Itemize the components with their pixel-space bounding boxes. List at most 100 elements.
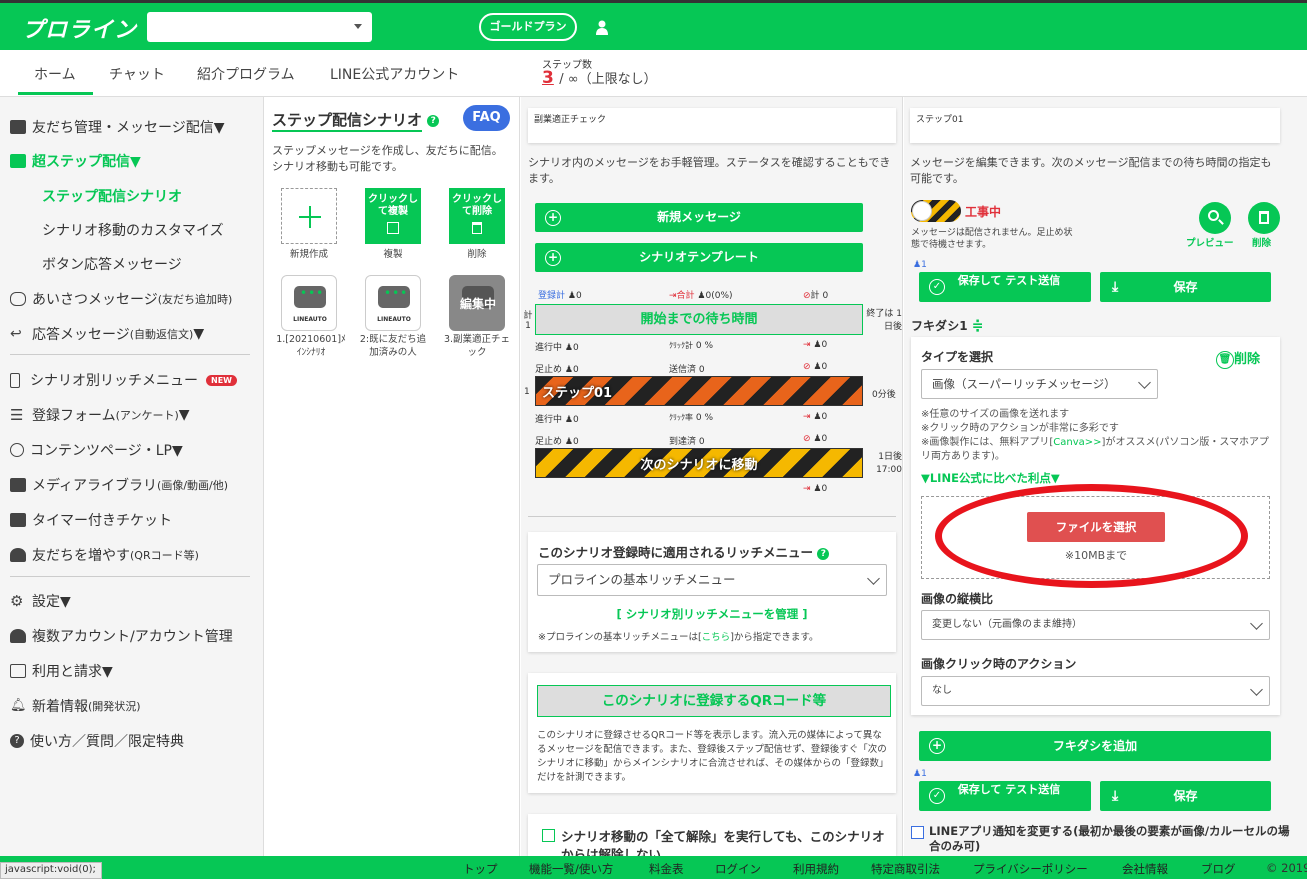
stat-total-exit[interactable]: ⇥合計 ♟0(0%) — [669, 288, 733, 301]
scenario-card-2[interactable]: ••• LINEAUTO — [365, 275, 421, 331]
row4-block[interactable]: ⊘ ♟0 — [803, 434, 827, 444]
next-scenario-bar[interactable]: 次のシナリオに移動 — [535, 448, 863, 478]
new-badge: NEW — [206, 374, 237, 386]
steps-limit: / ∞（上限なし） — [559, 72, 657, 87]
scenario-card-1[interactable]: ••• LINEAUTO — [281, 275, 337, 331]
drag-handle-icon[interactable]: ≑ — [972, 318, 984, 334]
rich-menu-here-link[interactable]: こちら — [702, 632, 731, 643]
stat-registered[interactable]: 登録計 ♟0 — [538, 288, 582, 301]
qr-code-button[interactable]: このシナリオに登録するQRコード等 — [537, 685, 891, 717]
sidebar-item-settings[interactable]: ⚙ 設定▼ — [10, 591, 71, 611]
tab-home[interactable]: ホーム — [34, 64, 76, 84]
rich-menu-manage: [ シナリオ別リッチメニューを管理 ] — [616, 607, 808, 621]
scenario-label-2[interactable]: 2:既に友だち追加済みの人 — [357, 333, 429, 359]
footer-blog[interactable]: ブログ — [1201, 861, 1236, 877]
help-icon[interactable]: ? — [817, 547, 830, 560]
footer-login[interactable]: ログイン — [715, 861, 761, 877]
highlight-ellipse — [935, 484, 1248, 588]
save-and-test-button-2[interactable]: ✓ 保存して テスト送信 — [919, 781, 1091, 811]
faq-button[interactable]: FAQ — [463, 105, 510, 131]
row5-exit[interactable]: ⇥ ♟0 — [803, 484, 827, 494]
start-count: 計 1 — [523, 311, 533, 331]
status-toggle[interactable] — [911, 200, 961, 222]
sidebar-item-button-reply[interactable]: ボタン応答メッセージ — [42, 254, 182, 274]
sidebar-item-rich-menu[interactable]: シナリオ別リッチメニュー NEW — [10, 370, 237, 390]
delete-step-button[interactable] — [1248, 202, 1280, 234]
sidebar-item-greeting[interactable]: あいさつメッセージ (友だち追加時) — [10, 289, 232, 309]
new-scenario-tile[interactable] — [281, 188, 337, 244]
plus-circle-icon: + — [929, 738, 945, 754]
sidebar-item-form[interactable]: ☰ 登録フォーム (アンケート) ▼ — [10, 405, 190, 425]
type-select[interactable]: 画像（スーパーリッチメッセージ） — [921, 369, 1158, 399]
credit-card-icon — [10, 664, 26, 678]
row3-exit[interactable]: ⇥ ♟0 — [803, 412, 827, 422]
steps-used[interactable]: 3 — [542, 68, 554, 88]
canva-link[interactable]: Canva>> — [1053, 437, 1101, 448]
save-button-2[interactable]: ⤓ 保存 — [1100, 781, 1271, 811]
stat-block[interactable]: ⊘計 0 — [803, 288, 828, 301]
delete-scenario-tile[interactable]: クリックして削除 — [449, 188, 505, 244]
type-delete-button[interactable]: 🗑︎ 削除 — [1216, 348, 1260, 369]
tab-referral[interactable]: 紹介プログラム — [197, 64, 295, 84]
save-button[interactable]: ⤓ 保存 — [1100, 272, 1271, 302]
sidebar-item-friends[interactable]: 友だち管理・メッセージ配信▼ — [10, 117, 225, 137]
tab-line-official[interactable]: LINE公式アカウント — [330, 64, 459, 84]
rich-menu-manage-link[interactable]: シナリオ別リッチメニューを管理 — [626, 607, 799, 621]
sidebar-item-news[interactable]: 🔔︎ 新着情報 (開発状況) — [10, 696, 141, 716]
new-message-button[interactable]: + 新規メッセージ — [535, 203, 863, 232]
logo[interactable]: プロライン — [22, 12, 137, 44]
footer-pricing[interactable]: 料金表 — [649, 861, 684, 877]
footer-top[interactable]: トップ — [463, 861, 498, 877]
row2-block[interactable]: ⊘ ♟0 — [803, 362, 827, 372]
search-icon — [1208, 210, 1219, 221]
scenario-label-3[interactable]: 3.副業適正チェック — [441, 333, 513, 359]
plus-circle-icon: + — [545, 209, 561, 226]
end-time: 終了は 1日後 — [866, 309, 902, 332]
chevron-down-icon — [354, 24, 362, 29]
exit-icon: ⇥ — [803, 340, 811, 350]
sidebar-item-multi-account[interactable]: 複数アカウント/アカウント管理 — [10, 626, 233, 646]
save-and-test-button[interactable]: ✓ 保存して テスト送信 — [919, 272, 1091, 302]
sidebar-item-super-step[interactable]: 超ステップ配信▼ — [10, 151, 141, 171]
scenario-card-3[interactable]: 編集中 — [449, 275, 505, 331]
footer-privacy[interactable]: プライバシーポリシー — [973, 861, 1088, 877]
sidebar-item-scenario-move[interactable]: シナリオ移動のカスタマイズ — [42, 220, 224, 240]
sidebar-item-step-scenario[interactable]: ステップ配信シナリオ — [42, 186, 182, 206]
sidebar-item-contents[interactable]: コンテンツページ・LP▼ — [10, 440, 183, 460]
copy-scenario-tile[interactable]: クリックして複製 — [365, 188, 421, 244]
line-notify-checkbox[interactable] — [911, 826, 924, 839]
next-timing: 1日後 17:00 — [876, 452, 902, 475]
sidebar-item-increase[interactable]: 友だちを増やす (QRコード等) — [10, 545, 199, 565]
preview-button[interactable] — [1199, 202, 1231, 234]
sidebar-item-ticket[interactable]: タイマー付きチケット — [10, 510, 172, 530]
scenario-name-header: 副業適正チェック — [528, 108, 896, 143]
globe-icon — [10, 443, 24, 457]
scenario-label-1[interactable]: 1.[20210601]ﾒｲﾝｼﾅﾘｵ — [275, 333, 347, 359]
start-wait-bar[interactable]: 開始までの待ち時間 — [535, 304, 863, 335]
footer-company[interactable]: 会社情報 — [1122, 861, 1168, 877]
tab-chat[interactable]: チャット — [109, 64, 165, 84]
ratio-select[interactable]: 変更しない（元画像のまま維持） — [921, 610, 1270, 640]
footer-features[interactable]: 機能一覧/使い方 — [529, 861, 613, 877]
footer-tokusho[interactable]: 特定商取引法 — [871, 861, 940, 877]
add-fukidashi-button[interactable]: + フキダシを追加 — [919, 731, 1271, 761]
help-icon[interactable]: ? — [427, 114, 440, 127]
step-index: 1 — [524, 387, 530, 397]
rich-menu-select[interactable]: プロラインの基本リッチメニュー — [537, 564, 887, 596]
action-select[interactable]: なし — [921, 676, 1270, 706]
sidebar-item-billing[interactable]: 利用と請求▼ — [10, 661, 113, 681]
sidebar-divider — [10, 576, 250, 577]
step-01-bar[interactable]: ステップ01 — [535, 376, 863, 406]
merit-toggle[interactable]: ▼LINE公式に比べた利点▼ — [921, 470, 1060, 486]
scenario-template-button[interactable]: + シナリオテンプレート — [535, 243, 863, 272]
plan-badge[interactable]: ゴールドプラン — [479, 13, 577, 41]
footer-terms[interactable]: 利用規約 — [793, 861, 839, 877]
sidebar-item-auto-reply[interactable]: ↩ 応答メッセージ (自動返信文) ▼ — [10, 324, 204, 344]
sidebar-item-media[interactable]: メディアライブラリ (画像/動画/他) — [10, 475, 228, 495]
release-checkbox[interactable] — [542, 829, 555, 842]
user-icon[interactable] — [596, 19, 608, 35]
row1-exit[interactable]: ⇥ ♟0 — [803, 340, 827, 350]
account-select[interactable] — [147, 12, 372, 42]
row2-stop: 足止め ♟0 — [535, 365, 579, 375]
sidebar-item-howto[interactable]: ? 使い方／質問／限定特典 — [10, 731, 184, 751]
